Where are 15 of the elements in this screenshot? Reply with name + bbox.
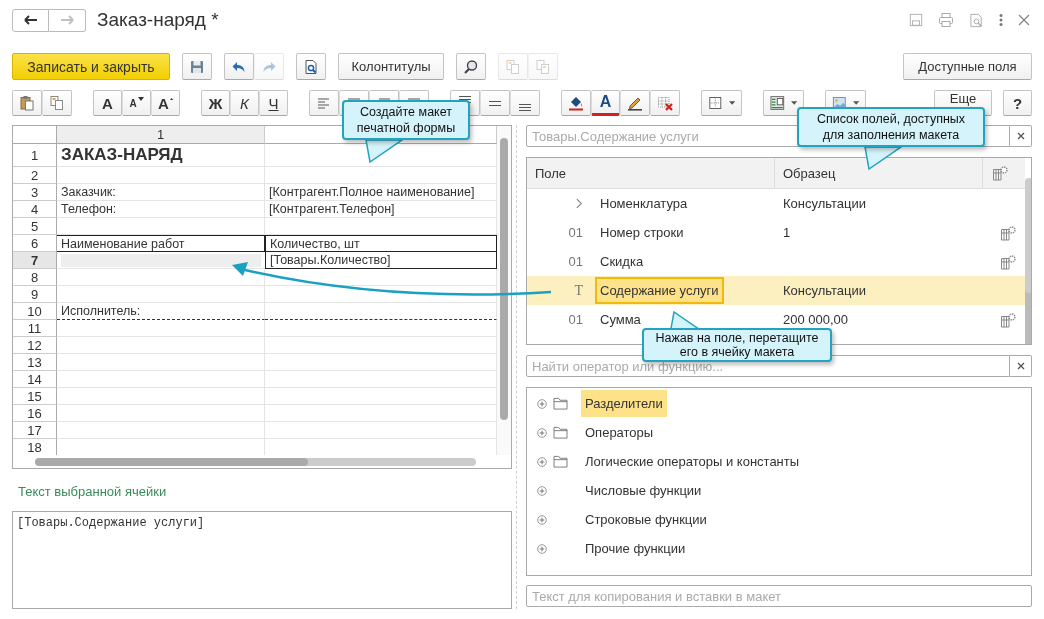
sample-value: Консультации [783, 283, 867, 298]
sample-value: Консультации [783, 196, 867, 211]
type-mark: 01 [568, 254, 583, 269]
type-mark: 01 [568, 312, 583, 327]
type-mark: 01 [568, 225, 583, 240]
field-name: Номер строки [599, 224, 685, 242]
section-label: Текст выбранной ячейки [17, 484, 168, 500]
field-name: Сумма [599, 311, 642, 329]
type-mark: T [574, 282, 583, 299]
field-name: Скидка [599, 253, 645, 271]
field-name: Содержание услуги [595, 277, 724, 304]
sample-value: 1 [783, 225, 791, 240]
field-name: Номенклатура [599, 195, 689, 213]
sample-value: 200 000,00 [783, 312, 849, 327]
window-title: Заказ-наряд * [97, 9, 219, 31]
